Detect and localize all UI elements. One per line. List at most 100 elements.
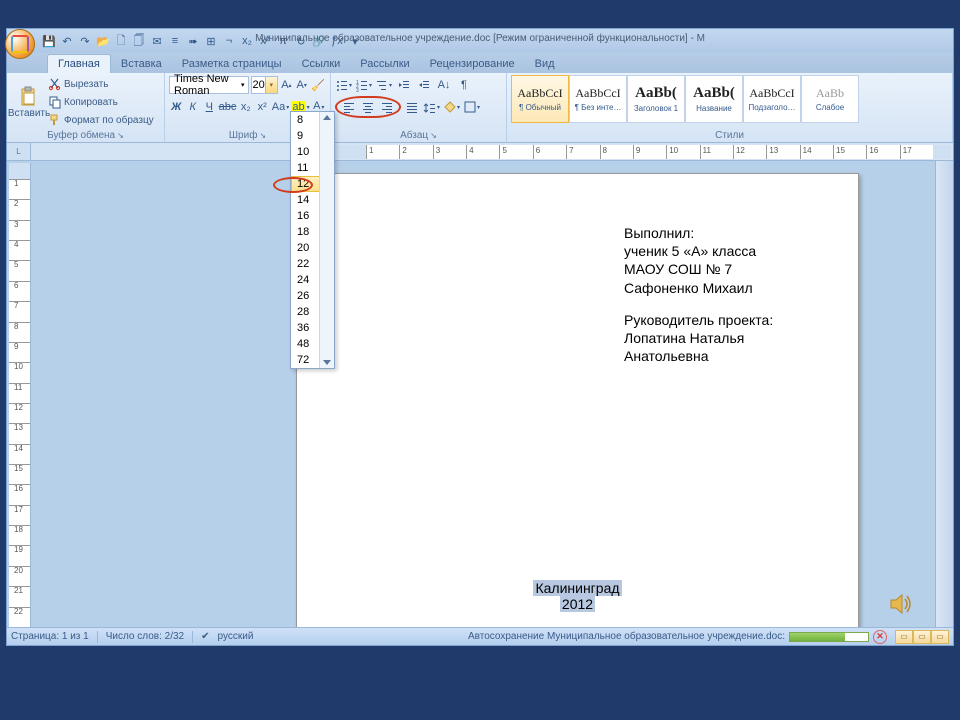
ruler-corner[interactable]: L (7, 143, 31, 160)
status-language[interactable]: русский (218, 631, 254, 642)
format-painter-button[interactable]: Формат по образцу (47, 111, 156, 129)
svg-text:3: 3 (356, 88, 359, 94)
workspace: 12345678910111213141516171819202122 Выпо… (7, 161, 953, 627)
footer-year: 2012 (560, 596, 595, 612)
align-right-icon[interactable] (378, 98, 396, 116)
view-web-icon[interactable]: ▭ (931, 630, 949, 644)
borders-icon[interactable] (463, 98, 481, 116)
qat-save-icon[interactable]: 💾 (41, 33, 57, 49)
qat-outdent-icon[interactable]: ≡ (167, 33, 183, 49)
tab-layout[interactable]: Разметка страницы (172, 55, 292, 73)
copy-label: Копировать (64, 97, 118, 108)
styles-gallery[interactable]: AaBbCcI¶ ОбычныйAaBbCcI¶ Без инте…AaBb(З… (511, 75, 948, 123)
supervisor-block: Руководитель проекта:Лопатина НатальяАна… (624, 311, 806, 366)
font-size-dropdown-icon[interactable]: ▾ (265, 77, 277, 93)
tab-references[interactable]: Ссылки (292, 55, 351, 73)
group-paragraph: 123 A↓ ¶ Абзац (331, 73, 507, 142)
font-size-combo[interactable]: 20▾ (251, 76, 277, 94)
tab-view[interactable]: Вид (525, 55, 565, 73)
strike-icon[interactable]: abc (219, 98, 237, 116)
qat-open-icon[interactable]: 📂 (95, 33, 111, 49)
case-icon[interactable]: Aa (272, 98, 290, 116)
font-size-value: 20 (252, 79, 264, 91)
superscript-icon[interactable]: x² (255, 98, 270, 116)
numbering-icon[interactable]: 123 (355, 76, 373, 94)
qat-new-icon[interactable]: 🗋 (113, 33, 129, 49)
subscript-icon[interactable]: x₂ (239, 98, 254, 116)
format-painter-label: Формат по образцу (64, 115, 154, 126)
style-¶ Без инте…[interactable]: AaBbCcI¶ Без инте… (569, 75, 627, 123)
status-spellcheck-icon[interactable]: ✔ (201, 631, 209, 642)
grow-font-icon[interactable]: A▴ (280, 76, 293, 94)
align-center-icon[interactable] (359, 98, 377, 116)
style-¶ Обычный[interactable]: AaBbCcI¶ Обычный (511, 75, 569, 123)
status-bar: Страница: 1 из 1 Число слов: 2/32 ✔ русс… (7, 627, 953, 645)
line-spacing-icon[interactable] (423, 98, 441, 116)
autosave-progress (789, 632, 869, 642)
ribbon: Вставить Вырезать Копировать Формат по о… (7, 73, 953, 143)
align-left-icon[interactable] (340, 98, 358, 116)
shading-icon[interactable] (443, 98, 461, 116)
status-page[interactable]: Страница: 1 из 1 (11, 631, 89, 642)
qat-redo-icon[interactable]: ↷ (77, 33, 93, 49)
qat-break-icon[interactable]: ¬ (221, 33, 237, 49)
group-styles-label: Стили (507, 130, 952, 141)
clear-format-icon[interactable]: 🧹 (310, 76, 326, 94)
multilevel-icon[interactable] (375, 76, 393, 94)
qat-mail-icon[interactable]: ✉ (149, 33, 165, 49)
qat-indent-icon[interactable]: ➠ (185, 33, 201, 49)
qat-table-icon[interactable]: ⊞ (203, 33, 219, 49)
cut-label: Вырезать (64, 79, 108, 90)
window-title: Муниципальное образовательное учреждение… (255, 33, 705, 44)
shrink-font-icon[interactable]: A▾ (295, 76, 308, 94)
autosave-cancel-icon[interactable]: ✕ (873, 630, 887, 644)
qat-subscript-icon[interactable]: x₂ (239, 33, 255, 49)
vertical-ruler[interactable]: 12345678910111213141516171819202122 (9, 163, 31, 627)
style-Название[interactable]: AaBb(Название (685, 75, 743, 123)
horizontal-ruler[interactable]: 1234567891011121314151617 (311, 145, 951, 159)
status-words[interactable]: Число слов: 2/32 (106, 631, 184, 642)
bullets-icon[interactable] (335, 76, 353, 94)
status-autosave: Автосохранение Муниципальное образовател… (468, 631, 785, 642)
view-read-icon[interactable]: ▭ (913, 630, 931, 644)
tab-review[interactable]: Рецензирование (420, 55, 525, 73)
sort-icon[interactable]: A↓ (435, 76, 453, 94)
italic-icon[interactable]: К (186, 98, 201, 116)
align-justify-icon[interactable] (403, 98, 421, 116)
sound-icon[interactable] (888, 591, 914, 622)
align-annotation (335, 96, 401, 118)
outdent-icon[interactable] (395, 76, 413, 94)
style-Слабое[interactable]: AaBbСлабое (801, 75, 859, 123)
qat-copy-icon[interactable]: 🗍 (131, 33, 147, 49)
bold-icon[interactable]: Ж (169, 98, 184, 116)
footer-block: Калининград 2012 (349, 580, 806, 612)
group-styles: AaBbCcI¶ ОбычныйAaBbCcI¶ Без инте…AaBb(З… (507, 73, 953, 142)
qat-undo-icon[interactable]: ↶ (59, 33, 75, 49)
page[interactable]: Выполнил:ученик 5 «А» классаМАОУ СОШ № 7… (296, 173, 859, 627)
author-block: Выполнил:ученик 5 «А» классаМАОУ СОШ № 7… (624, 224, 806, 297)
tab-mailings[interactable]: Рассылки (350, 55, 419, 73)
paste-label: Вставить (8, 108, 50, 119)
style-Заголовок 1[interactable]: AaBb(Заголовок 1 (627, 75, 685, 123)
document-area[interactable]: Выполнил:ученик 5 «А» классаМАОУ СОШ № 7… (31, 161, 953, 627)
paste-button[interactable]: Вставить (11, 75, 47, 129)
group-clipboard-label[interactable]: Буфер обмена (7, 130, 164, 141)
scrollbar[interactable] (319, 112, 334, 368)
indent-icon[interactable] (415, 76, 433, 94)
tab-insert[interactable]: Вставка (111, 55, 172, 73)
ribbon-tabs: Главная Вставка Разметка страницы Ссылки… (7, 53, 953, 73)
copy-button[interactable]: Копировать (47, 93, 156, 111)
group-paragraph-label[interactable]: Абзац (331, 130, 506, 141)
tab-home[interactable]: Главная (47, 54, 111, 73)
horizontal-ruler-wrap: L 1234567891011121314151617 (7, 143, 953, 161)
show-marks-icon[interactable]: ¶ (455, 76, 473, 94)
font-size-dropdown[interactable]: 891011121416182022242628364872 (290, 111, 335, 369)
underline-icon[interactable]: Ч (202, 98, 217, 116)
cut-button[interactable]: Вырезать (47, 75, 156, 93)
office-button[interactable] (5, 29, 35, 59)
style-Подзаголо…[interactable]: AaBbCcIПодзаголо… (743, 75, 801, 123)
font-name-combo[interactable]: Times New Roman▾ (169, 76, 249, 94)
view-print-icon[interactable]: ▭ (895, 630, 913, 644)
vertical-scrollbar[interactable] (935, 161, 953, 627)
title-bar: 💾 ↶ ↷ 📂 🗋 🗍 ✉ ≡ ➠ ⊞ ¬ x₂ x² π ↻ 🔗 ƒx ▾ М… (7, 29, 953, 53)
